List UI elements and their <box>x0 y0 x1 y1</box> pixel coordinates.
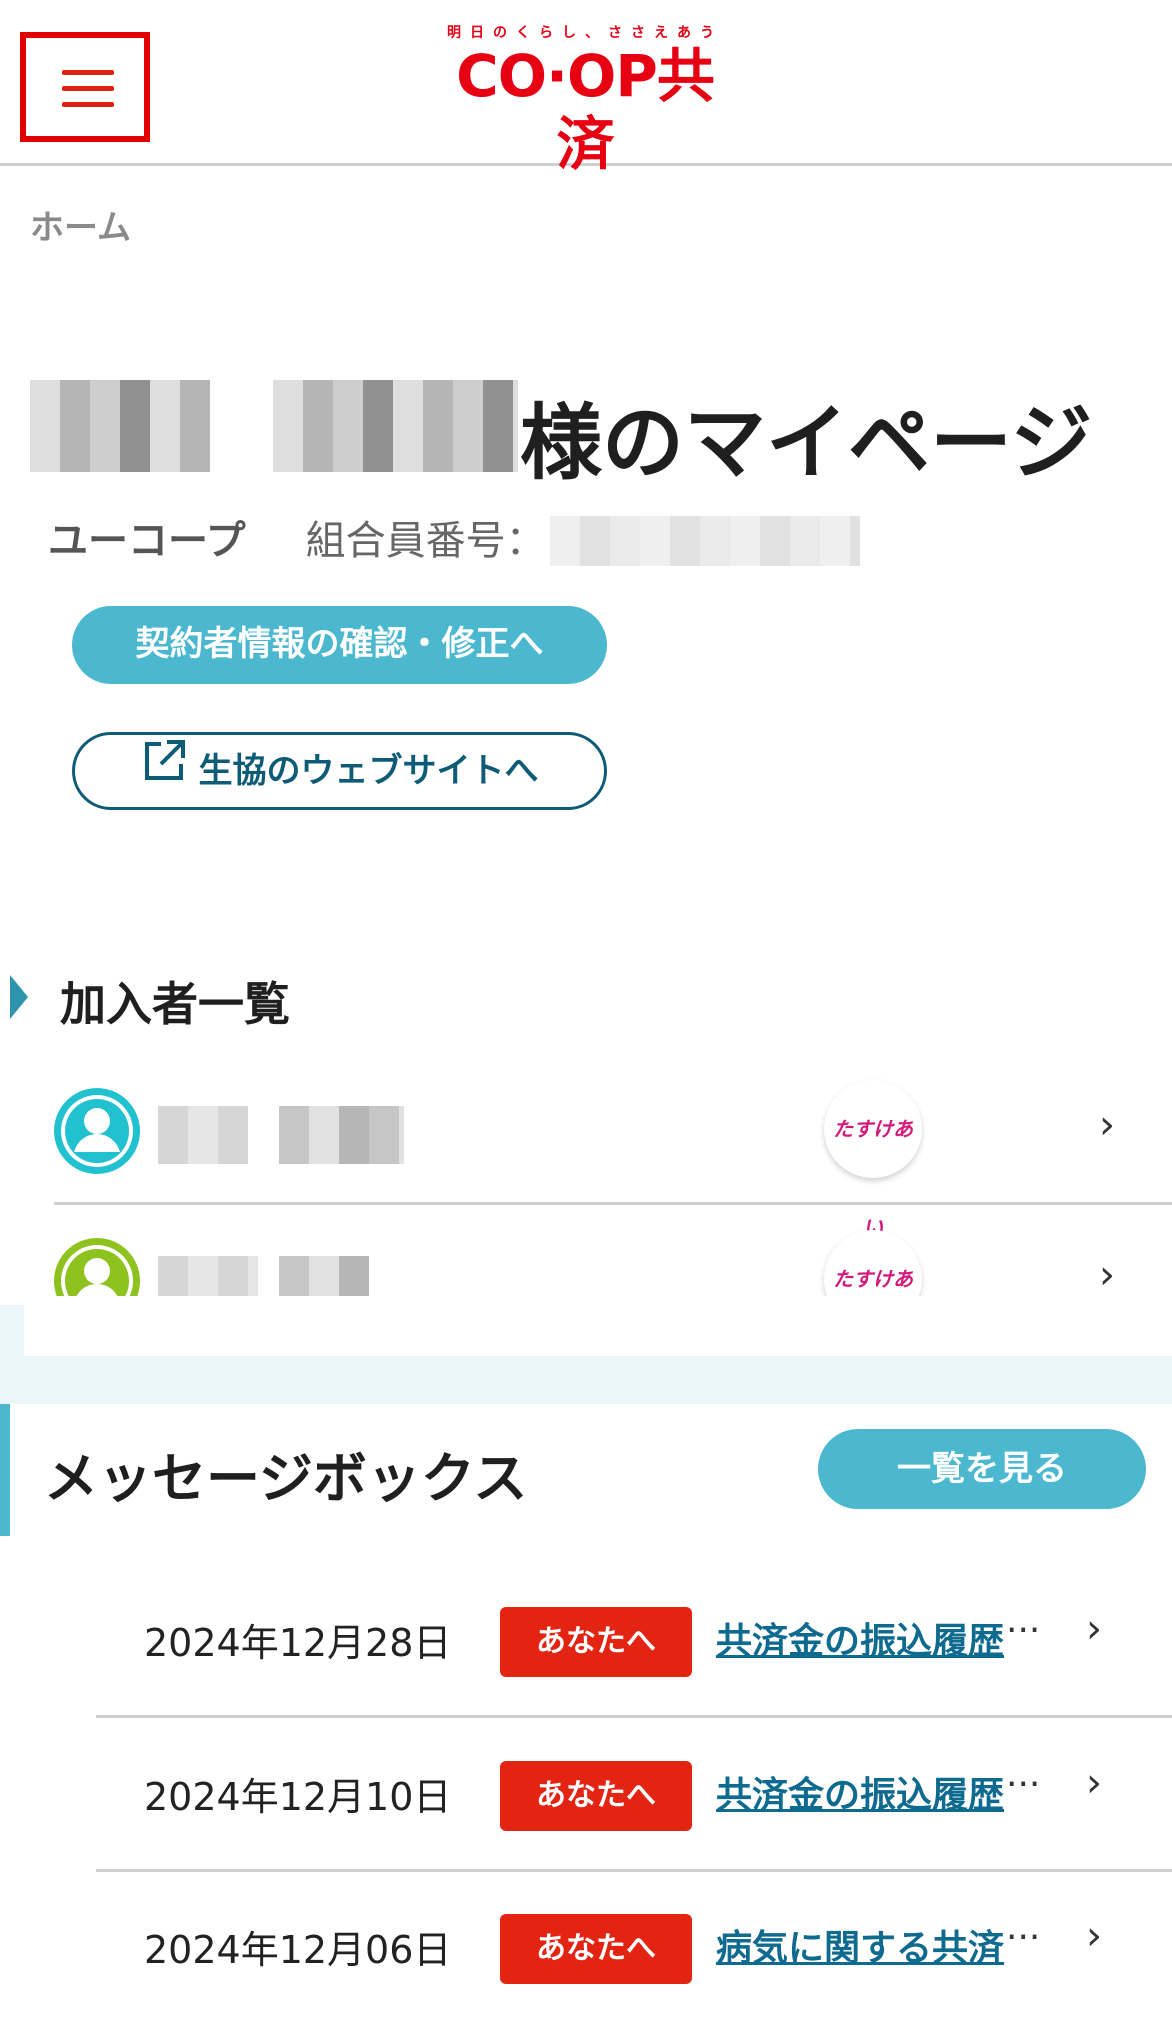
chevron-right-icon: › <box>1099 1252 1115 1298</box>
members-section-title: 加入者一覧 <box>60 977 290 1031</box>
logo-text: CO·OP共済 <box>456 42 715 178</box>
message-list-item[interactable]: 2024年12月10日 あなたへ 共済金の振込履歴 ··· › <box>96 1720 1172 1872</box>
message-subject-link[interactable]: 病気に関する共済 <box>716 1919 1004 1971</box>
truncation-ellipsis: ··· <box>1006 1917 1041 1958</box>
message-subject-link[interactable]: 共済金の振込履歴 <box>716 1766 1004 1818</box>
redacted-name <box>273 380 518 472</box>
chevron-right-icon: › <box>1086 1760 1102 1806</box>
section-divider-cover <box>24 1296 1172 1356</box>
redacted-member-number <box>550 516 860 566</box>
truncation-ellipsis: ··· <box>1006 1764 1041 1805</box>
recipient-badge: あなたへ <box>500 1914 692 1984</box>
message-list-item[interactable]: 2024年12月28日 あなたへ 共済金の振込履歴 ··· › <box>96 1566 1172 1718</box>
message-subject-link[interactable]: 共済金の振込履歴 <box>716 1612 1004 1664</box>
member-number-label: 組合員番号： <box>305 518 546 564</box>
coop-website-button[interactable]: 生協のウェブサイトへ <box>72 732 607 810</box>
page-title: 様のマイページ <box>520 396 1093 491</box>
contractor-info-button[interactable]: 契約者情報の確認・修正へ <box>72 606 607 684</box>
recipient-badge: あなたへ <box>500 1607 692 1677</box>
message-date: 2024年12月10日 <box>144 1775 452 1819</box>
chevron-right-icon: › <box>1086 1606 1102 1652</box>
coop-website-label: 生協のウェブサイトへ <box>198 751 539 791</box>
message-box-title: メッセージボックス <box>44 1447 528 1510</box>
redacted-member-name <box>158 1106 248 1164</box>
message-date: 2024年12月06日 <box>144 1928 452 1972</box>
section-accent-bar <box>0 1404 10 1536</box>
redacted-member-name <box>279 1106 404 1164</box>
view-all-messages-button[interactable]: 一覧を見る <box>818 1429 1146 1509</box>
plan-badge: たすけあい <box>824 1080 922 1239</box>
message-date: 2024年12月28日 <box>144 1621 452 1665</box>
coop-name: ユーコープ <box>48 518 246 564</box>
breadcrumb[interactable]: ホーム <box>30 200 131 249</box>
truncation-ellipsis: ··· <box>1006 1610 1041 1651</box>
user-avatar-icon <box>54 1088 140 1174</box>
redacted-name <box>30 380 210 472</box>
message-box-header: メッセージボックス 一覧を見る <box>0 1404 1172 1536</box>
app-header: 明日のくらし、ささえあう CO·OP共済 <box>0 0 1172 178</box>
coop-info: ユーコープ 組合員番号： <box>48 508 546 566</box>
message-list-item[interactable]: 2024年12月06日 あなたへ 病気に関する共済 ··· › <box>96 1873 1172 2025</box>
chevron-right-icon: › <box>1086 1913 1102 1959</box>
hamburger-menu-button[interactable] <box>20 32 150 142</box>
external-link-icon <box>141 737 187 809</box>
recipient-badge: あなたへ <box>500 1761 692 1831</box>
coop-logo[interactable]: 明日のくらし、ささえあう CO·OP共済 <box>430 22 740 178</box>
chevron-right-icon: › <box>1099 1102 1115 1148</box>
member-name-row: 様のマイページ <box>30 380 1130 491</box>
logo-tagline: 明日のくらし、ささえあう <box>447 25 723 41</box>
member-list-item[interactable]: たすけあい › <box>54 1060 1172 1239</box>
section-marker-icon <box>10 975 28 1019</box>
